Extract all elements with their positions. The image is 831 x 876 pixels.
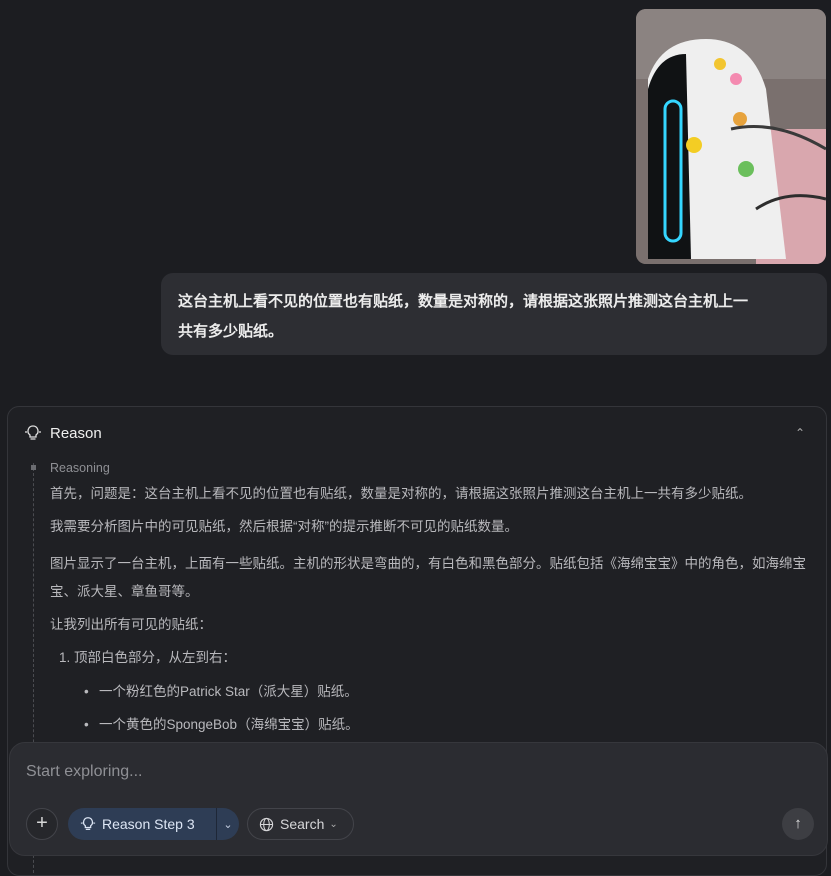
user-message-bubble: 这台主机上看不见的位置也有贴纸，数量是对称的，请根据这张照片推测这台主机上一 共… [161, 273, 827, 355]
reason-panel-header[interactable]: Reason [24, 423, 102, 443]
reasoning-paragraph: 让我列出所有可见的贴纸： [50, 617, 212, 632]
reasoning-paragraph: 首先，问题是：这台主机上看不见的位置也有贴纸，数量是对称的，请根据这张照片推测这… [50, 486, 752, 501]
ordered-list-number: 1. [59, 650, 71, 665]
search-mode-button[interactable]: Search ⌄ [247, 808, 354, 840]
reasoning-label: Reasoning [50, 461, 110, 475]
reason-mode-toggle[interactable]: Reason Step 3 [68, 808, 216, 840]
reason-mode-button[interactable]: Reason Step 3 ⌄ [68, 808, 239, 840]
reasoning-paragraph: 图片显示了一台主机，上面有一些贴纸。主机的形状是弯曲的，有白色和黑色部分。贴纸包… [50, 556, 806, 599]
chevron-up-icon[interactable]: ⌃ [790, 423, 810, 443]
reason-mode-label: Reason Step 3 [102, 816, 195, 832]
reasoning-paragraph: 我需要分析图片中的可见贴纸，然后根据“对称”的提示推断不可见的贴纸数量。 [50, 519, 518, 534]
bullet-icon: • [84, 717, 89, 732]
bullet-list-item: • 一个黄色的SpongeBob（海绵宝宝）贴纸。 [84, 715, 812, 735]
user-message-line-1: 这台主机上看不见的位置也有贴纸，数量是对称的，请根据这张照片推测这台主机上一 [178, 293, 749, 310]
bullet-icon: • [84, 684, 89, 699]
lightbulb-icon [24, 424, 42, 442]
globe-icon [259, 817, 274, 831]
user-message-line-2: 共有多少贴纸。 [178, 323, 284, 340]
lightbulb-icon [80, 817, 96, 830]
search-mode-label: Search [280, 816, 325, 832]
bullet-text: 一个粉红色的Patrick Star（派大星）贴纸。 [99, 684, 358, 699]
chevron-down-icon: ⌄ [329, 818, 338, 830]
step-marker [31, 465, 36, 470]
send-button[interactable]: ↑ [782, 808, 814, 840]
uploaded-photo[interactable] [636, 9, 826, 264]
bullet-list-item: • 一个粉红色的Patrick Star（派大星）贴纸。 [84, 682, 812, 702]
reason-panel-title: Reason [50, 424, 102, 442]
reasoning-content: Reasoning 首先，问题是：这台主机上看不见的位置也有贴纸，数量是对称的，… [50, 458, 812, 748]
prompt-input[interactable]: Start exploring... [26, 763, 143, 781]
chevron-down-icon[interactable]: ⌄ [217, 818, 239, 831]
arrow-up-icon: ↑ [794, 815, 802, 832]
bullet-text: 一个黄色的SpongeBob（海绵宝宝）贴纸。 [99, 717, 359, 732]
ordered-list-item: 1. 顶部白色部分，从左到右： [59, 648, 812, 668]
ordered-list-text: 顶部白色部分，从左到右： [74, 650, 237, 665]
message-composer: Start exploring... + Reason Step 3 ⌄ Sea… [9, 742, 828, 856]
add-attachment-button[interactable]: + [26, 808, 58, 840]
plus-icon: + [36, 812, 48, 834]
